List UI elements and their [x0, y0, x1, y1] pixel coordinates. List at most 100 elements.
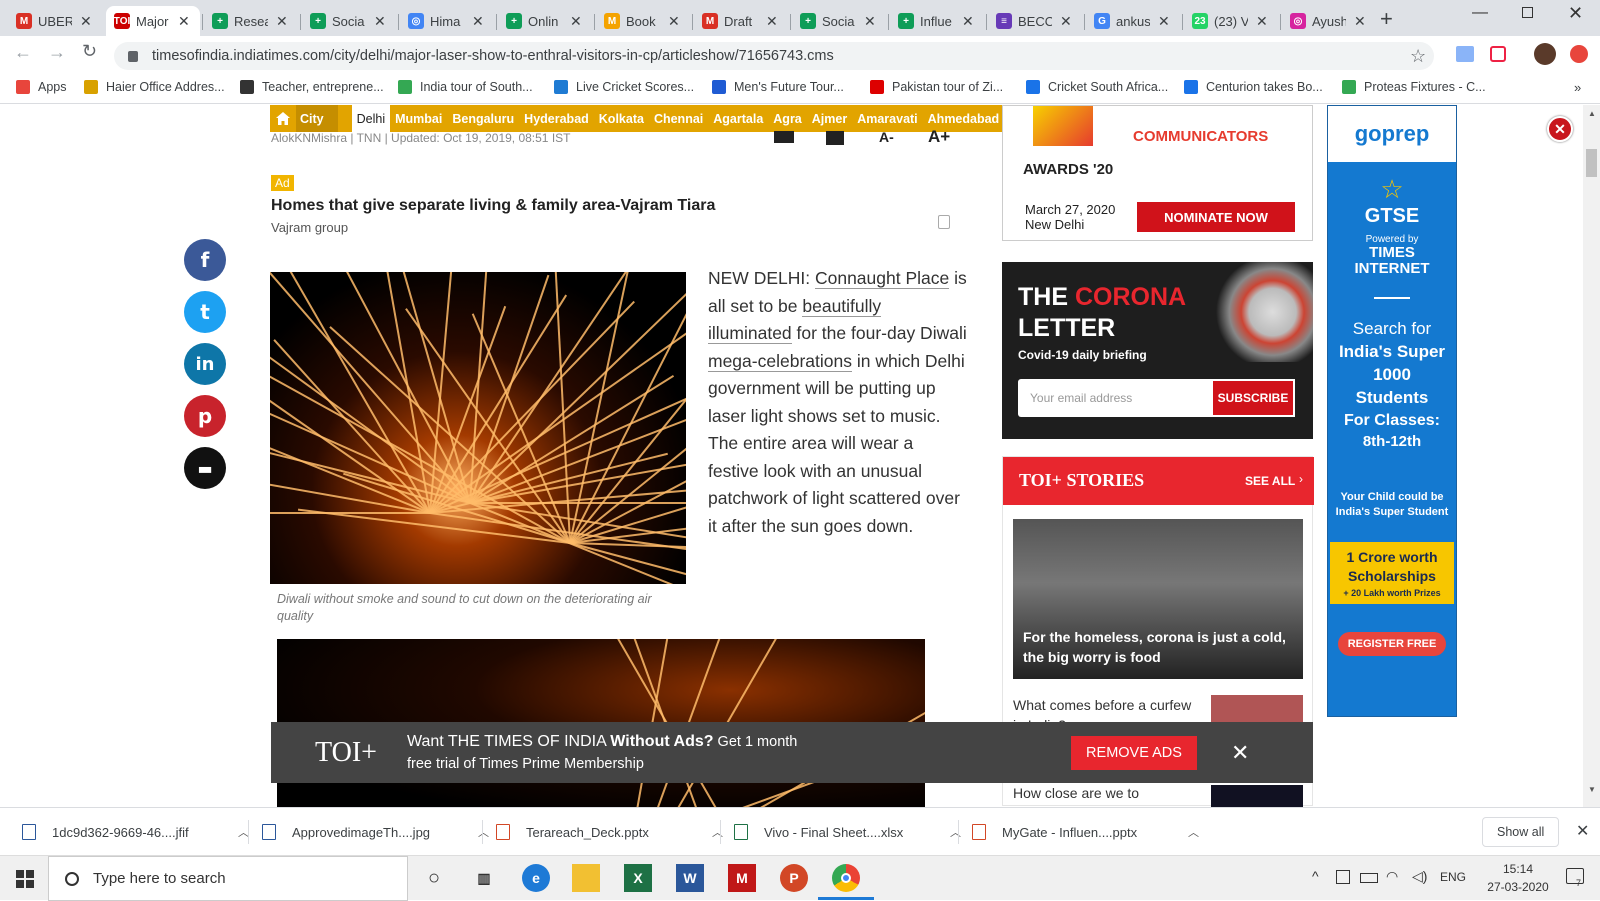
cortana-icon[interactable]: ○ [420, 864, 448, 892]
ad-choices-icon[interactable] [938, 215, 950, 229]
download-item[interactable]: 1dc9d362-9669-46....jfif ︿ [22, 808, 249, 856]
link-connaught-place[interactable]: Connaught Place [814, 268, 950, 289]
browser-tab[interactable]: M UBER ✕ [8, 6, 102, 36]
see-all-link[interactable]: SEE ALL [1245, 474, 1295, 488]
tray-chevron-icon[interactable]: ^ [1312, 868, 1319, 884]
download-options-chevron-icon[interactable]: ︿ [950, 824, 961, 840]
bookmark-item[interactable]: Men's Future Tour... [712, 80, 844, 94]
browser-tab[interactable]: Gankus ✕ [1086, 6, 1180, 36]
bookmark-item[interactable]: Live Cricket Scores... [554, 80, 694, 94]
home-icon[interactable] [270, 105, 296, 132]
tray-wifi-icon[interactable]: ◠ [1386, 868, 1398, 885]
city-nav-item[interactable]: Ahmedabad [923, 112, 1005, 126]
city-nav-item[interactable]: Amaravati [852, 112, 922, 126]
edge-icon[interactable]: e [522, 864, 550, 892]
download-item[interactable]: Terareach_Deck.pptx ︿ [496, 808, 723, 856]
tab-close-icon[interactable]: ✕ [1060, 13, 1072, 30]
browser-tab[interactable]: ◎ Ayush ✕ [1282, 6, 1376, 36]
browser-tab[interactable]: + Socia ✕ [302, 6, 396, 36]
tray-network-icon[interactable] [1336, 870, 1350, 884]
story-main-title[interactable]: For the homeless, corona is just a cold,… [1023, 627, 1293, 667]
tab-close-icon[interactable]: ✕ [80, 13, 92, 30]
action-center-icon[interactable] [1566, 868, 1584, 884]
city-nav-delhi[interactable]: Delhi [351, 105, 391, 132]
back-button[interactable]: ← [14, 42, 32, 63]
clock-time[interactable]: 15:14 [1488, 862, 1548, 876]
mcafee-icon[interactable]: M [728, 864, 756, 892]
tab-close-icon[interactable]: ✕ [766, 13, 778, 30]
bookmark-item[interactable]: Pakistan tour of Zi... [870, 80, 1003, 94]
task-view-icon[interactable]: ▥ [470, 864, 498, 892]
goprep-ad[interactable]: goprep ☆ GTSE Powered by TIMES INTERNET … [1327, 105, 1457, 717]
scroll-up-arrow[interactable]: ▲ [1588, 109, 1596, 118]
link-mega-celebrations[interactable]: mega-celebrations [708, 350, 852, 372]
city-nav-label[interactable]: City [296, 105, 338, 132]
register-free-button[interactable]: REGISTER FREE [1338, 632, 1446, 656]
subscribe-button[interactable]: SUBSCRIBE [1211, 379, 1295, 417]
bookmark-item[interactable]: India tour of South... [398, 80, 533, 94]
browser-tab[interactable]: + Resea ✕ [204, 6, 298, 36]
bookmark-item[interactable]: Apps [16, 80, 67, 94]
windows-start-icon[interactable] [16, 870, 34, 888]
download-options-chevron-icon[interactable]: ︿ [712, 824, 723, 840]
forward-button[interactable]: → [48, 42, 66, 63]
tab-close-icon[interactable]: ✕ [472, 13, 484, 30]
font-decrease-button[interactable]: A- [879, 129, 894, 145]
tab-close-icon[interactable]: ✕ [1158, 13, 1170, 30]
font-increase-button[interactable]: A+ [928, 127, 950, 147]
bookmark-item[interactable]: Cricket South Africa... [1026, 80, 1168, 94]
bookmark-item[interactable]: Teacher, entreprene... [240, 80, 384, 94]
linkedin-share-icon[interactable]: in [184, 343, 226, 385]
story-item-3[interactable]: How close are we to [1013, 785, 1193, 801]
bookmark-item[interactable]: Proteas Fixtures - C... [1342, 80, 1486, 94]
ad-sponsor[interactable]: Vajram group [271, 220, 348, 235]
see-all-chevron-icon[interactable]: › [1299, 472, 1303, 486]
city-nav-item[interactable]: Agartala [708, 112, 768, 126]
browser-tab[interactable]: ≡ BECO ✕ [988, 6, 1082, 36]
remove-ads-button[interactable]: REMOVE ADS [1071, 735, 1197, 770]
tab-close-icon[interactable]: ✕ [668, 13, 680, 30]
city-nav-item[interactable]: Kolkata [594, 112, 649, 126]
reload-button[interactable]: ↻ [82, 41, 97, 62]
city-nav-item[interactable]: Bengaluru [447, 112, 519, 126]
minimize-button[interactable]: — [1472, 4, 1488, 22]
address-bar[interactable]: timesofindia.indiatimes.com/city/delhi/m… [114, 42, 1434, 70]
facebook-share-icon[interactable]: f [184, 239, 226, 281]
file-explorer-icon[interactable] [572, 864, 600, 892]
scrollbar-thumb[interactable] [1586, 149, 1597, 177]
tab-close-icon[interactable]: ✕ [1256, 13, 1268, 30]
tray-battery-icon[interactable] [1360, 873, 1378, 883]
pinterest-share-icon[interactable]: p [184, 395, 226, 437]
excel-icon[interactable]: X [624, 864, 652, 892]
download-item[interactable]: MyGate - Influen....pptx ︿ [972, 808, 1199, 856]
email-input[interactable]: Your email address [1018, 379, 1211, 417]
print-icon[interactable] [826, 131, 844, 145]
word-icon[interactable]: W [676, 864, 704, 892]
tab-close-icon[interactable]: ✕ [570, 13, 582, 30]
bookmarks-overflow-icon[interactable]: » [1574, 80, 1581, 95]
tab-close-icon[interactable]: ✕ [276, 13, 288, 30]
tab-close-icon[interactable]: ✕ [178, 13, 190, 30]
bookmark-item[interactable]: Haier Office Addres... [84, 80, 225, 94]
city-nav-item[interactable]: Hyderabad [519, 112, 594, 126]
close-banner-icon[interactable]: ✕ [1231, 740, 1249, 766]
bookmark-item[interactable]: Centurion takes Bo... [1184, 80, 1323, 94]
show-all-button[interactable]: Show all [1482, 817, 1560, 847]
restore-button[interactable] [1522, 7, 1533, 18]
browser-tab[interactable]: + Socia ✕ [792, 6, 886, 36]
browser-tab[interactable]: + Influe ✕ [890, 6, 984, 36]
tab-close-icon[interactable]: ✕ [374, 13, 386, 30]
download-options-chevron-icon[interactable]: ︿ [478, 824, 489, 840]
browser-tab[interactable]: ◎ Hima ✕ [400, 6, 494, 36]
taskbar-search[interactable]: Type here to search [48, 856, 408, 901]
new-tab-button[interactable]: + [1380, 6, 1393, 32]
powerpoint-icon[interactable]: P [780, 864, 808, 892]
browser-tab[interactable]: M Draft ✕ [694, 6, 788, 36]
story-item-3-thumb[interactable] [1211, 785, 1303, 807]
tab-close-icon[interactable]: ✕ [1354, 13, 1366, 30]
ad-title[interactable]: Homes that give separate living & family… [271, 197, 715, 215]
city-nav-item[interactable]: Mumbai [390, 112, 447, 126]
browser-tab[interactable]: TOI Major ✕ [106, 6, 200, 36]
comments-icon[interactable]: ▬ [184, 447, 226, 489]
mail-icon[interactable] [774, 131, 794, 143]
